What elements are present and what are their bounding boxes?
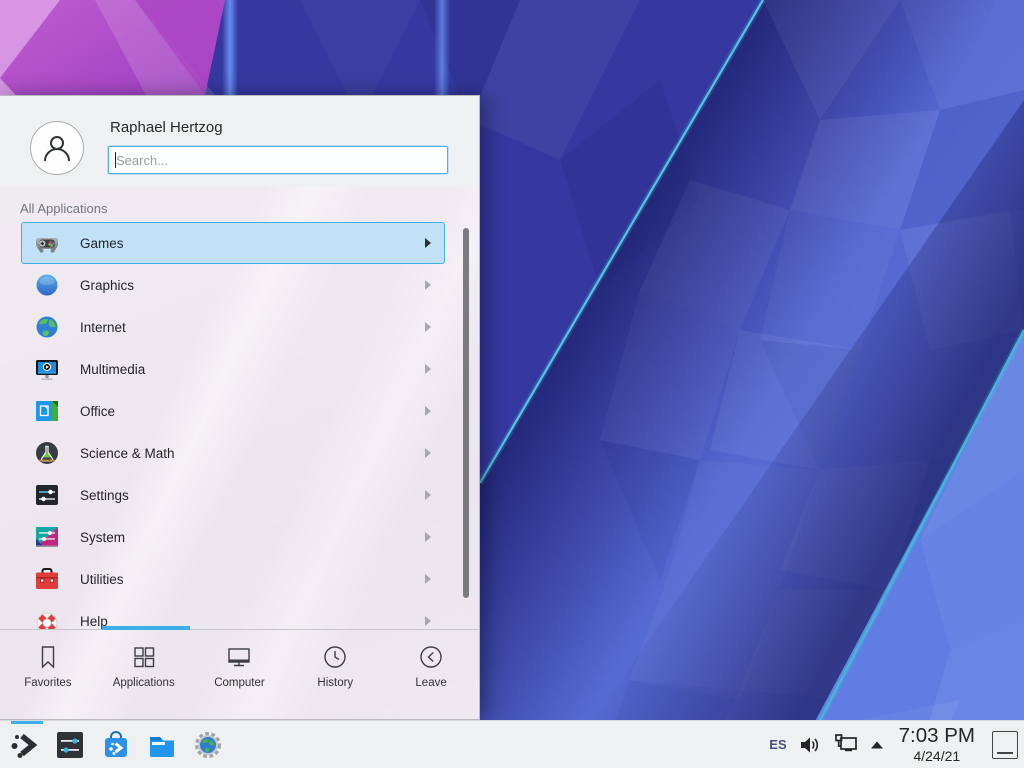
category-row-system[interactable]: System	[21, 516, 445, 558]
category-row-office[interactable]: Office	[21, 390, 445, 432]
category-label: Internet	[80, 320, 126, 335]
digital-clock[interactable]: 7:03 PM 4/24/21	[899, 726, 975, 763]
category-label: Office	[80, 404, 115, 419]
category-label: Graphics	[80, 278, 134, 293]
search-field-wrap	[108, 146, 448, 174]
launcher-header: Raphael Hertzog	[0, 96, 479, 186]
task-icons	[7, 728, 225, 762]
app-grid-icon	[130, 643, 158, 671]
tab-favorites[interactable]: Favorites	[0, 630, 96, 721]
tab-label: Leave	[415, 677, 446, 689]
submenu-arrow-icon	[425, 448, 431, 458]
user-avatar[interactable]	[30, 121, 84, 175]
category-label: System	[80, 530, 125, 545]
tab-applications[interactable]: Applications	[96, 630, 192, 721]
list-scrollbar[interactable]	[463, 228, 469, 598]
category-row-settings[interactable]: Settings	[21, 474, 445, 516]
category-row-internet[interactable]: Internet	[21, 306, 445, 348]
category-list: Games Graphics	[0, 222, 479, 630]
leave-icon	[417, 643, 445, 671]
desktop: Raphael Hertzog All Applications	[0, 0, 1024, 768]
volume-icon[interactable]	[798, 734, 822, 756]
gamepad-icon	[34, 230, 60, 256]
submenu-arrow-icon	[425, 406, 431, 416]
keyboard-layout-indicator[interactable]: ES	[769, 737, 786, 752]
application-launcher-button[interactable]	[7, 728, 41, 762]
submenu-arrow-icon	[425, 322, 431, 332]
category-row-science[interactable]: Science & Math	[21, 432, 445, 474]
web-browser-button[interactable]	[191, 728, 225, 762]
system-tray: ES 7:03 PM 4/24/21	[769, 721, 1018, 768]
user-icon	[40, 131, 74, 165]
tab-leave[interactable]: Leave	[383, 630, 479, 721]
tab-label: History	[317, 677, 353, 689]
sphere-icon	[34, 272, 60, 298]
discover-icon	[100, 729, 132, 761]
launcher-tabbar: Favorites Applications Computer	[0, 630, 479, 721]
bookmark-icon	[34, 643, 62, 671]
toolbox-icon	[34, 566, 60, 592]
category-row-graphics[interactable]: Graphics	[21, 264, 445, 306]
submenu-arrow-icon	[425, 280, 431, 290]
tray-expander-icon[interactable]	[870, 740, 884, 750]
science-icon	[34, 440, 60, 466]
office-icon	[34, 398, 60, 424]
system-settings-icon	[54, 729, 86, 761]
submenu-arrow-icon	[425, 490, 431, 500]
clock-date: 4/24/21	[913, 749, 960, 763]
tab-label: Favorites	[24, 677, 71, 689]
system-icon	[34, 524, 60, 550]
user-name: Raphael Hertzog	[110, 119, 223, 136]
tab-label: Computer	[214, 677, 265, 689]
launcher-active-indicator	[11, 721, 43, 724]
taskbar-panel: ES 7:03 PM 4/24/21	[0, 720, 1024, 768]
network-icon[interactable]	[833, 733, 859, 757]
clock-time: 7:03 PM	[899, 726, 975, 747]
search-input[interactable]	[108, 146, 448, 174]
category-row-multimedia[interactable]: Multimedia	[21, 348, 445, 390]
multimedia-icon	[34, 356, 60, 382]
kickoff-icon	[8, 729, 40, 761]
submenu-arrow-icon	[425, 238, 431, 248]
text-cursor	[115, 152, 116, 168]
submenu-arrow-icon	[425, 532, 431, 542]
settings-icon	[34, 482, 60, 508]
section-label: All Applications	[20, 201, 107, 216]
category-label: Utilities	[80, 572, 124, 587]
clock-icon	[321, 643, 349, 671]
monitor-icon	[225, 643, 253, 671]
submenu-arrow-icon	[425, 616, 431, 626]
globe-icon	[34, 314, 60, 340]
lifebuoy-icon	[34, 608, 60, 630]
category-label: Games	[80, 236, 124, 251]
tab-history[interactable]: History	[287, 630, 383, 721]
submenu-arrow-icon	[425, 364, 431, 374]
category-row-games[interactable]: Games	[21, 222, 445, 264]
folder-icon	[146, 729, 178, 761]
show-desktop-button[interactable]	[992, 731, 1018, 759]
browser-globe-icon	[192, 729, 224, 761]
category-label: Science & Math	[80, 446, 175, 461]
category-row-utilities[interactable]: Utilities	[21, 558, 445, 600]
tab-computer[interactable]: Computer	[192, 630, 288, 721]
submenu-arrow-icon	[425, 574, 431, 584]
application-launcher-menu: Raphael Hertzog All Applications	[0, 95, 480, 720]
category-label: Multimedia	[80, 362, 145, 377]
file-manager-button[interactable]	[145, 728, 179, 762]
discover-button[interactable]	[99, 728, 133, 762]
category-label: Settings	[80, 488, 129, 503]
category-row-help[interactable]: Help	[21, 600, 445, 630]
tab-label: Applications	[113, 677, 175, 689]
system-settings-button[interactable]	[53, 728, 87, 762]
